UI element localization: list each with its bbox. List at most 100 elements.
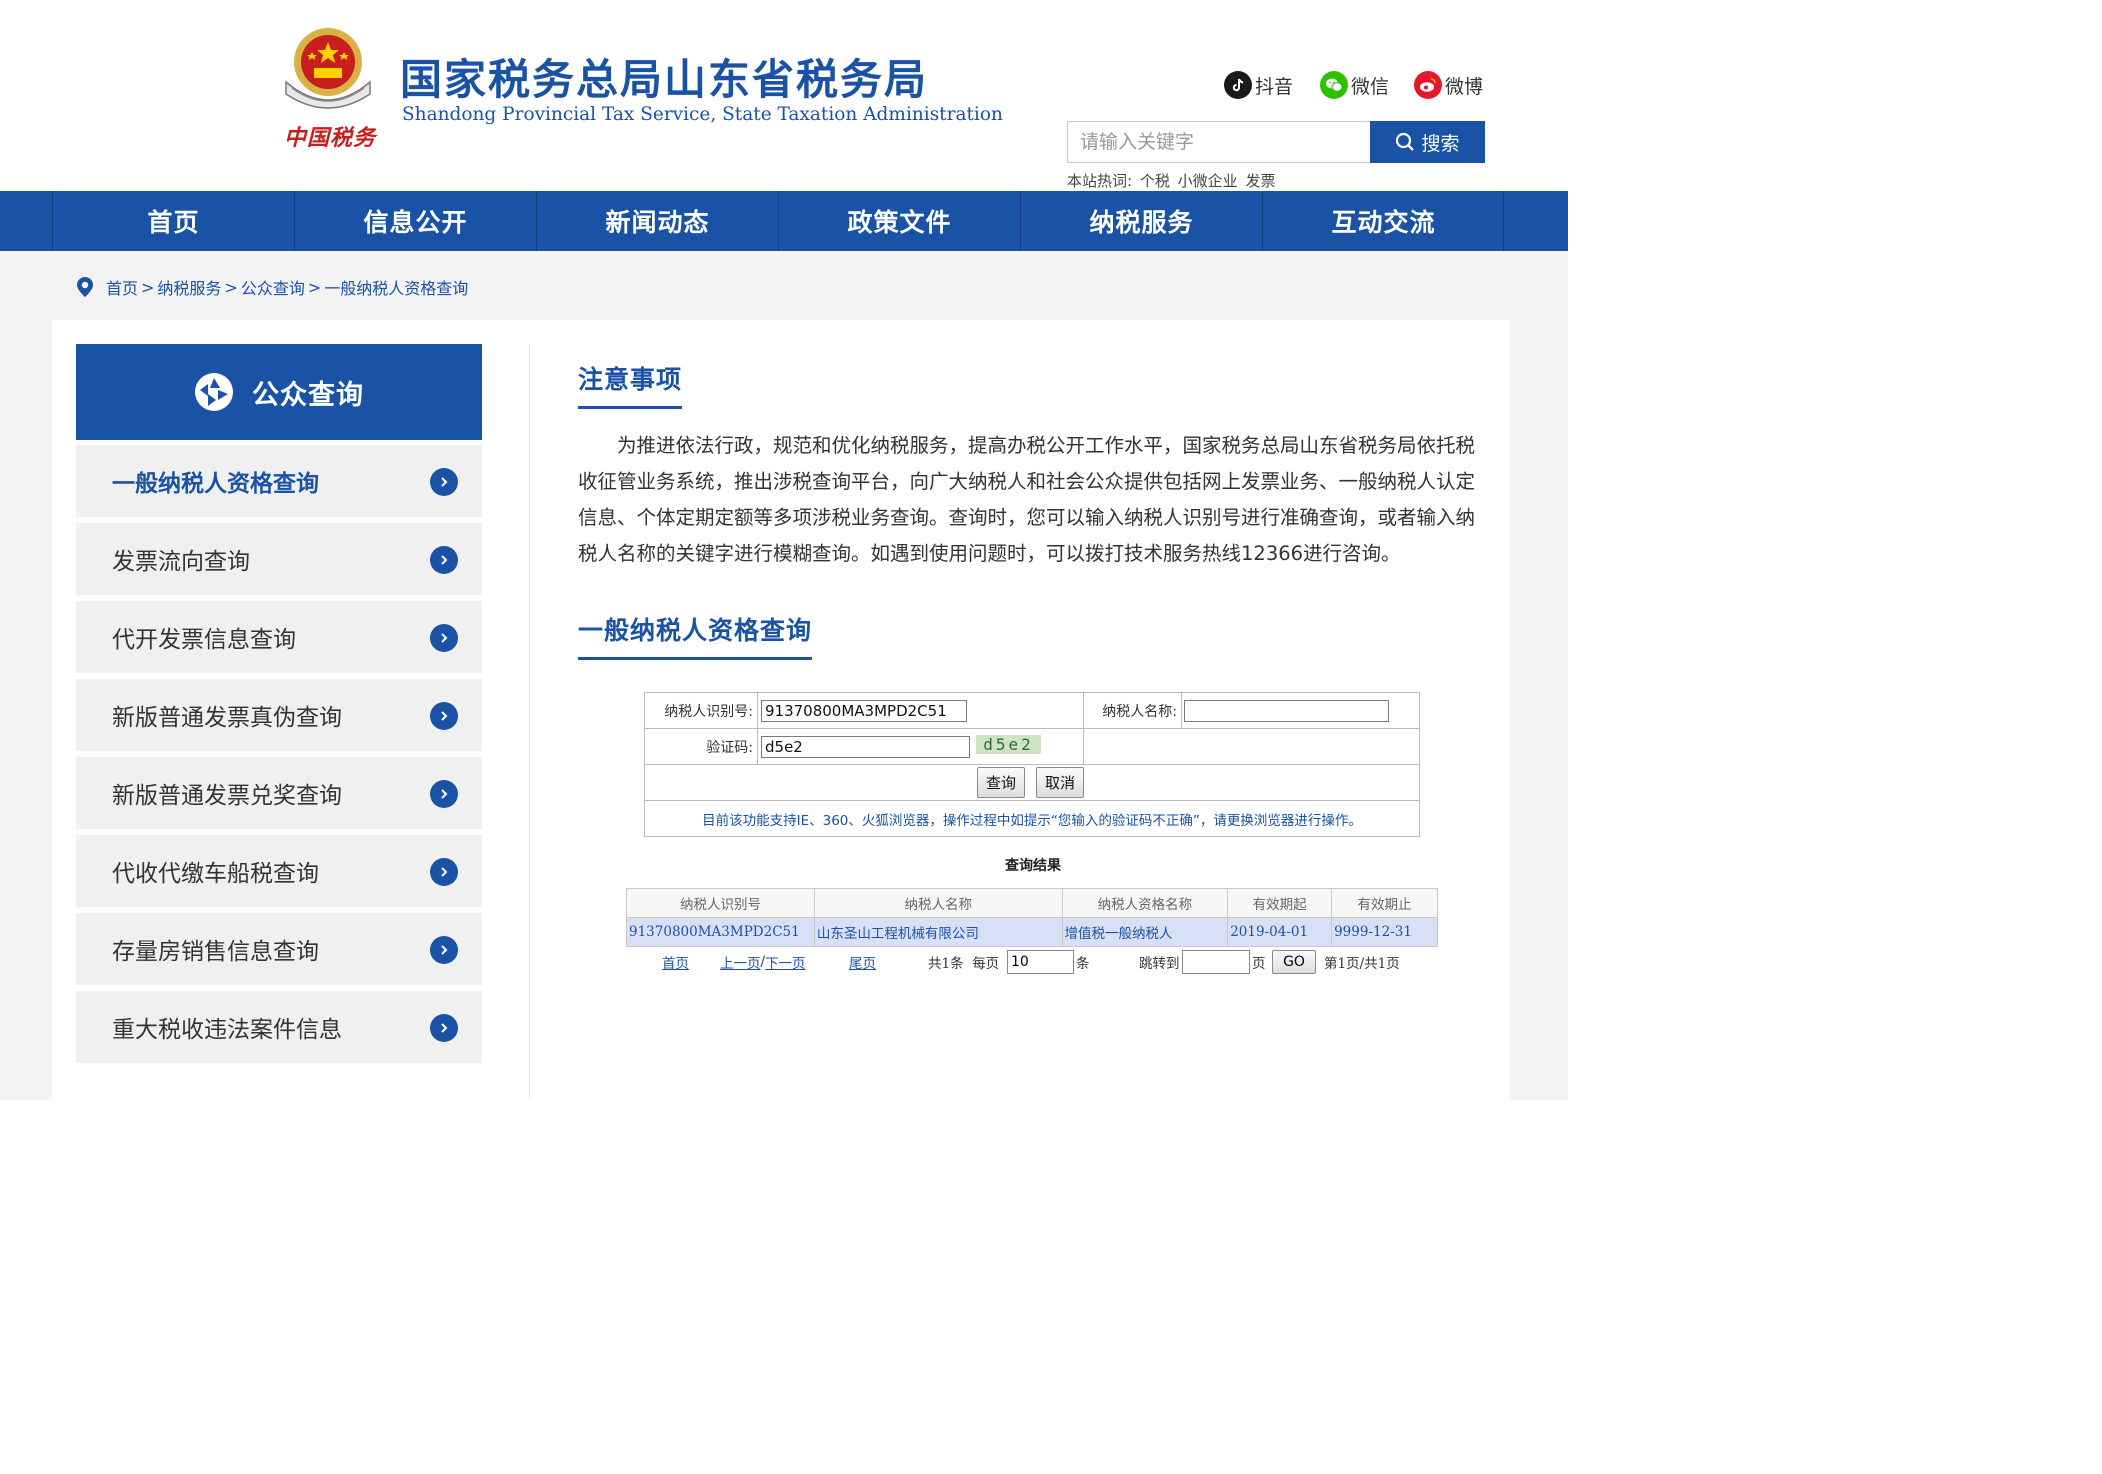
- pager-last-link[interactable]: 尾页: [849, 952, 876, 972]
- pager-per-page-label: 每页: [972, 956, 1000, 972]
- chevron-right-icon: [430, 1014, 458, 1042]
- nav-item-interaction[interactable]: 互动交流: [1262, 191, 1504, 251]
- pager-status: 第1页/共1页: [1324, 956, 1400, 972]
- query-cancel-button[interactable]: 取消: [1036, 767, 1085, 798]
- column-header: 纳税人名称: [813, 888, 1063, 918]
- table-cell: 9999-12-31: [1331, 917, 1438, 947]
- notice-body: 为推进依法行政，规范和优化纳税服务，提高办税公开工作水平，国家税务总局山东省税务…: [578, 434, 1476, 565]
- pager-go-button[interactable]: GO: [1272, 950, 1316, 974]
- cell-divider: [757, 729, 758, 765]
- table-row[interactable]: 91370800MA3MPD2C51 山东圣山工程机械有限公司 增值税一般纳税人…: [626, 917, 1438, 947]
- table-header-row: 纳税人识别号 纳税人名称 纳税人资格名称 有效期起 有效期止: [626, 888, 1438, 918]
- breadcrumb-current[interactable]: 一般纳税人资格查询: [324, 275, 468, 299]
- sidebar-item-tax-violation-cases[interactable]: 重大税收违法案件信息: [76, 991, 482, 1063]
- main-nav: 首页 信息公开 新闻动态 政策文件 纳税服务 互动交流: [0, 191, 1568, 251]
- sidebar-item-label: 新版普通发票兑奖查询: [112, 783, 342, 809]
- weibo-icon: [1414, 71, 1442, 99]
- sidebar-item-invoice-flow-query[interactable]: 发票流向查询: [76, 523, 482, 595]
- query-submit-button[interactable]: 查询: [977, 767, 1026, 798]
- douyin-icon: [1224, 71, 1252, 99]
- taxpayer-id-label: 纳税人识别号:: [664, 704, 753, 720]
- cell-divider: [1083, 729, 1084, 765]
- nav-item-tax-service[interactable]: 纳税服务: [1020, 191, 1262, 251]
- pager-total-count: 共1条: [928, 956, 964, 972]
- pager-next-link[interactable]: 下一页: [765, 952, 806, 972]
- table-cell: 增值税一般纳税人: [1061, 917, 1229, 947]
- chevron-right-icon: [430, 936, 458, 964]
- pager-first-link[interactable]: 首页: [662, 952, 689, 972]
- taxpayer-name-label: 纳税人名称:: [1102, 704, 1177, 720]
- taxpayer-name-input[interactable]: [1184, 700, 1389, 722]
- pager-page-unit: 页: [1252, 956, 1266, 972]
- nav-divider: [1503, 191, 1504, 251]
- sidebar-item-label: 一般纳税人资格查询: [112, 471, 319, 497]
- table-cell: 2019-04-01: [1227, 917, 1333, 947]
- per-page-input[interactable]: [1007, 950, 1074, 974]
- hot-word-link[interactable]: 小微企业: [1178, 172, 1238, 190]
- site-search-input[interactable]: [1067, 121, 1371, 163]
- chevron-right-icon: [430, 780, 458, 808]
- sidebar-item-general-taxpayer-query[interactable]: 一般纳税人资格查询: [76, 445, 482, 517]
- column-divider: [529, 344, 530, 1100]
- site-header: 中国税务 国家税务总局山东省税务局 Shandong Provincial Ta…: [0, 0, 1568, 191]
- cell-divider: [1181, 693, 1182, 729]
- jump-page-input[interactable]: [1182, 950, 1250, 974]
- sidebar-item-issued-invoice-query[interactable]: 代开发票信息查询: [76, 601, 482, 673]
- hot-words-label: 本站热词:: [1067, 172, 1133, 190]
- chevron-right-icon: [430, 468, 458, 496]
- captcha-label: 验证码:: [706, 740, 753, 756]
- pager-last-wrap: 尾页: [849, 950, 876, 974]
- china-tax-script-logo: 中国税务: [284, 125, 377, 151]
- search-icon: [1396, 132, 1415, 151]
- browser-support-tip: 目前该功能支持IE、360、火狐浏览器，操作过程中如提示“您输入的验证码不正确”…: [702, 812, 1362, 829]
- nav-item-news[interactable]: 新闻动态: [536, 191, 778, 251]
- breadcrumb-tax-service[interactable]: 纳税服务: [157, 275, 221, 299]
- pager-prev-next-wrap: 上一页 / 下一页: [720, 950, 806, 974]
- wechat-icon: [1320, 71, 1348, 99]
- nav-item-home[interactable]: 首页: [52, 191, 294, 251]
- pager-per-page-unit: 条: [1076, 956, 1090, 972]
- wechat-label: 微信: [1351, 75, 1390, 98]
- breadcrumb-public-query[interactable]: 公众查询: [241, 275, 305, 299]
- sidebar-item-label: 发票流向查询: [112, 549, 250, 575]
- column-header: 纳税人识别号: [626, 888, 815, 918]
- wechat-link[interactable]: 微信: [1320, 70, 1389, 100]
- sidebar-item-house-sales-query[interactable]: 存量房销售信息查询: [76, 913, 482, 985]
- site-search-button[interactable]: 搜索: [1370, 121, 1485, 163]
- breadcrumb-separator: >: [307, 277, 322, 297]
- results-title: 查询结果: [1005, 858, 1061, 874]
- public-query-icon: [195, 373, 233, 411]
- hot-word-link[interactable]: 发票: [1245, 172, 1275, 190]
- chevron-right-icon: [430, 702, 458, 730]
- site-title-english: Shandong Provincial Tax Service, State T…: [402, 104, 1003, 125]
- form-row: [645, 765, 1419, 801]
- table-cell: 山东圣山工程机械有限公司: [813, 917, 1063, 947]
- sidebar-title: 公众查询: [252, 379, 364, 411]
- search-button-label: 搜索: [1421, 132, 1460, 155]
- sidebar-item-label: 新版普通发票真伪查询: [112, 705, 342, 731]
- column-header: 纳税人资格名称: [1061, 888, 1229, 918]
- query-section-title: 一般纳税人资格查询: [578, 611, 813, 660]
- table-cell: 91370800MA3MPD2C51: [626, 917, 815, 947]
- sidebar-item-invoice-authenticity-query[interactable]: 新版普通发票真伪查询: [76, 679, 482, 751]
- weibo-link[interactable]: 微博: [1414, 70, 1483, 100]
- breadcrumb: 首页 > 纳税服务 > 公众查询 > 一般纳税人资格查询: [76, 275, 468, 299]
- pager-prev-link[interactable]: 上一页: [720, 952, 761, 972]
- weibo-label: 微博: [1445, 75, 1484, 98]
- sidebar-item-invoice-prize-query[interactable]: 新版普通发票兑奖查询: [76, 757, 482, 829]
- taxpayer-id-input[interactable]: [761, 700, 967, 722]
- notice-title: 注意事项: [578, 360, 683, 409]
- nav-item-policy[interactable]: 政策文件: [778, 191, 1020, 251]
- nav-item-info-disclosure[interactable]: 信息公开: [294, 191, 536, 251]
- douyin-link[interactable]: 抖音: [1224, 70, 1293, 100]
- site-title[interactable]: 国家税务总局山东省税务局: [400, 46, 928, 107]
- hot-word-link[interactable]: 个税: [1140, 172, 1170, 190]
- sidebar-item-label: 重大税收违法案件信息: [112, 1017, 342, 1043]
- chevron-right-icon: [430, 624, 458, 652]
- national-emblem-logo: [285, 28, 371, 109]
- breadcrumb-home[interactable]: 首页: [106, 275, 138, 299]
- captcha-input[interactable]: [761, 736, 970, 758]
- pager-jump-label: 跳转到: [1139, 956, 1180, 972]
- captcha-image[interactable]: d5e2: [976, 735, 1041, 754]
- column-header: 有效期止: [1331, 888, 1438, 918]
